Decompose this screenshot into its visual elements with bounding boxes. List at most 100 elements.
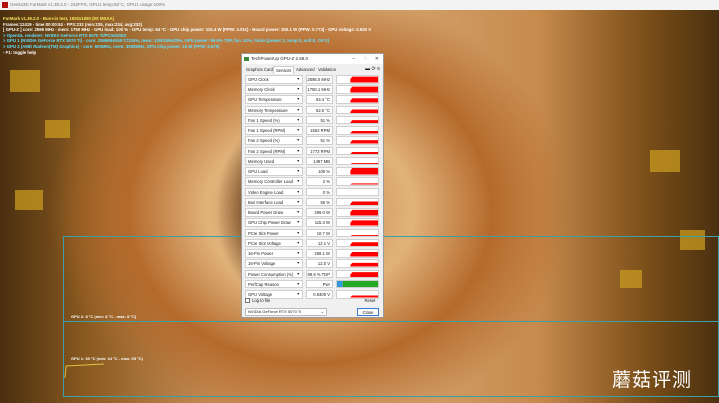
dropdown-arrow-icon[interactable]: ▼ [297,189,300,196]
menu-icon[interactable]: ≡ [377,66,380,72]
dropdown-arrow-icon[interactable]: ▼ [297,158,300,165]
dropdown-arrow-icon[interactable]: ▼ [297,137,300,144]
sensor-value: 51 % [306,115,333,125]
sensor-name: Fan 2 Speed (%) [248,138,280,144]
tab-graphics-card[interactable]: Graphics Card [244,66,275,74]
sensor-label[interactable]: Fan 2 Speed (RPM) ▼ [245,146,303,156]
sensor-name: Power Consumption (%) [248,271,294,277]
sensor-name: Fan 1 Speed (%) [248,117,280,123]
close-window-button[interactable]: ✕ [375,54,379,64]
sensor-value: Pwr [306,279,333,289]
close-button[interactable]: Close [357,308,379,316]
sensor-label[interactable]: Memory Clock ▼ [245,85,303,94]
refresh-icon[interactable]: ⟳ [371,66,375,72]
tab-sensors[interactable]: Sensors [273,66,295,74]
sensor-name: Memory Clock [248,87,275,93]
sensor-value: 2595.0 MHz [306,75,333,84]
sensor-label[interactable]: GPU Temperature ▼ [245,95,303,104]
sensor-value: 115.3 W [306,218,333,227]
sensor-graph [336,156,379,166]
dropdown-arrow-icon[interactable]: ▼ [297,117,300,124]
dropdown-arrow-icon[interactable]: ▼ [297,281,300,288]
sensor-label[interactable]: Fan 1 Speed (%) ▼ [245,115,303,125]
window-title: Geeks3D FurMark v1.39.2.0 - 232FPS, GPU1… [10,2,166,7]
sensor-value: 51 % [306,136,333,145]
sensor-graph [336,177,379,186]
sensor-row: Board Power Draw ▼ 299.0 W [245,208,379,217]
gpu1-temp-line [64,363,104,379]
dropdown-arrow-icon[interactable]: ▼ [297,219,300,226]
sensor-name: GPU Clock [248,77,269,82]
dropdown-arrow-icon[interactable]: ▼ [297,250,300,257]
dropdown-arrow-icon[interactable]: ▼ [297,271,300,278]
decor-block [45,120,70,138]
dropdown-arrow-icon[interactable]: ▼ [297,240,300,247]
sensor-label[interactable]: Fan 2 Speed (%) ▼ [245,136,303,145]
dropdown-arrow-icon[interactable]: ▼ [297,96,300,103]
sensor-value: 1750.1 MHz [306,85,333,94]
gpuz-window: TechPowerUp GPU-Z 2.68.0 – □ ✕ Graphics … [241,53,384,318]
sensor-row: GPU Load ▼ 100 % [245,167,379,176]
dropdown-arrow-icon[interactable]: ▼ [297,168,300,175]
dropdown-arrow-icon[interactable]: ▼ [297,127,300,134]
sensor-label[interactable]: 16-Pin Power ▼ [245,249,303,258]
sensor-graph [336,85,379,94]
sensor-name: 16-Pin Voltage [248,261,276,267]
log-to-file-checkbox[interactable] [245,298,250,303]
sensor-label[interactable]: GPU Clock ▼ [245,75,303,84]
sensor-value: 10.7 W [306,228,333,238]
sensor-label[interactable]: Memory Temperature ▼ [245,105,303,115]
sensor-value: 12.1 V [306,238,333,248]
dropdown-arrow-icon[interactable]: ▼ [297,291,300,298]
sensor-label[interactable]: Fan 1 Speed (RPM) ▼ [245,126,303,135]
sensor-row: Fan 1 Speed (RPM) ▼ 1552 RPM [245,126,379,135]
sensor-label[interactable]: PCIe Slot Power ▼ [245,228,303,238]
sensor-label[interactable]: PCIe Slot Voltage ▼ [245,238,303,248]
sensor-graph [336,115,379,125]
sensor-name: PCIe Slot Power [248,230,279,236]
sensor-value: 55 % [306,197,333,207]
reset-button[interactable]: Reset [361,297,379,305]
sensor-label[interactable]: Power Consumption (%) ▼ [245,269,303,279]
tab-validation[interactable]: Validation [316,66,338,74]
dropdown-arrow-icon[interactable]: ▼ [297,199,300,206]
sensor-value: 0.9300 V [306,290,333,299]
dropdown-arrow-icon[interactable]: ▼ [297,76,300,83]
sensor-label[interactable]: Bus Interface Load ▼ [245,197,303,207]
dropdown-arrow-icon[interactable]: ▼ [297,260,300,267]
dropdown-arrow-icon[interactable]: ▼ [297,107,300,114]
sensor-name: Video Engine Load [248,189,284,195]
dropdown-arrow-icon[interactable]: ▼ [297,148,300,155]
sensor-label[interactable]: Memory Controller Load ▼ [245,177,303,186]
dropdown-arrow-icon[interactable]: ▼ [297,178,300,185]
sensor-label[interactable]: GPU Load ▼ [245,167,303,176]
sensor-graph [336,228,379,238]
screenshot-icon[interactable]: ▬ [365,66,370,72]
decor-block [650,150,680,172]
dropdown-arrow-icon[interactable]: ▼ [297,86,300,93]
dropdown-arrow-icon[interactable]: ▼ [297,230,300,237]
sensor-graph [336,249,379,258]
sensor-label[interactable]: Memory Used ▼ [245,156,303,166]
sensor-name: Bus Interface Load [248,199,284,205]
sensor-graph [336,238,379,248]
sensor-graph [336,105,379,115]
sensor-row: PerfCap Reason ▼ Pwr [245,279,379,289]
sensor-label[interactable]: GPU Chip Power Draw ▼ [245,218,303,227]
sensor-label[interactable]: 16-Pin Voltage ▼ [245,259,303,268]
sensor-name: PCIe Slot Voltage [248,240,281,246]
maximize-button[interactable]: □ [364,54,367,64]
sensor-graph [336,95,379,104]
gpu-select[interactable]: NVIDIA GeForce RTX 5070 Ti ⌄ [245,308,327,316]
gpuz-title-bar[interactable]: TechPowerUp GPU-Z 2.68.0 – □ ✕ [242,54,383,64]
sensor-value: 1772 RPM [306,146,333,156]
sensor-graph [336,187,379,197]
minimize-button[interactable]: – [352,54,355,64]
sensor-label[interactable]: PerfCap Reason ▼ [245,279,303,289]
sensor-label[interactable]: Video Engine Load ▼ [245,187,303,197]
dropdown-arrow-icon[interactable]: ▼ [297,209,300,216]
tab-advanced[interactable]: Advanced [294,66,317,74]
sensor-row: Memory Controller Load ▼ 2 % [245,177,379,186]
sensor-row: Power Consumption (%) ▼ 99.9 % TDP [245,269,379,279]
sensor-label[interactable]: Board Power Draw ▼ [245,208,303,217]
